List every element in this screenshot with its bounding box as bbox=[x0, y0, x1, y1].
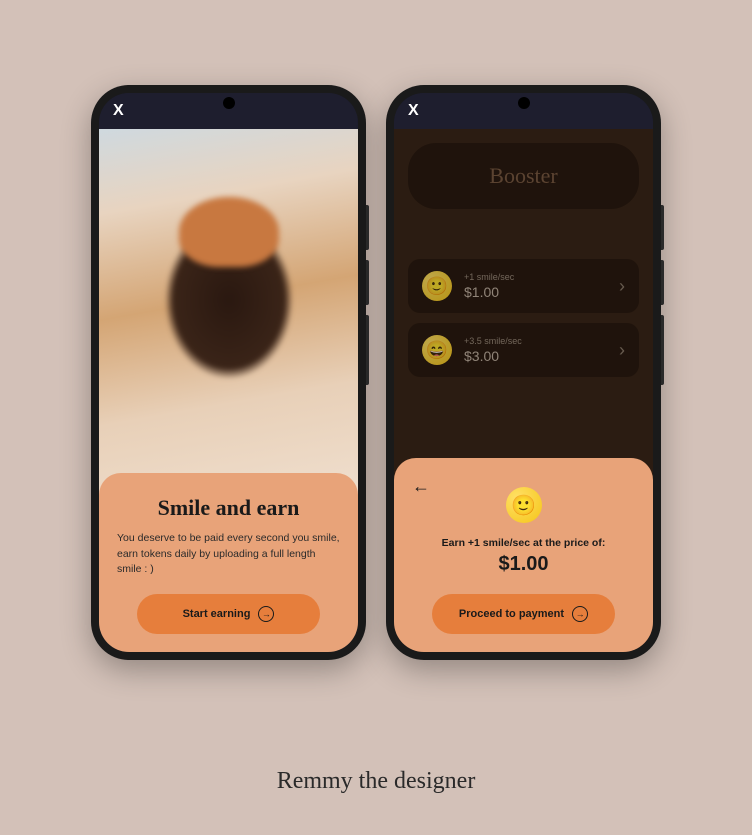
checkout-price: $1.00 bbox=[412, 553, 635, 576]
booster-header: Booster bbox=[408, 143, 639, 209]
camera-notch bbox=[223, 97, 235, 109]
card-title: Smile and earn bbox=[117, 495, 340, 521]
arrow-right-icon bbox=[572, 606, 588, 622]
hero-image bbox=[99, 129, 358, 509]
boost-price: $3.00 bbox=[464, 348, 607, 364]
cta-label: Start earning bbox=[183, 608, 251, 620]
close-button[interactable]: X bbox=[113, 102, 124, 120]
card-body: You deserve to be paid every second you … bbox=[117, 531, 340, 578]
smile-wave-icon: 🙂 bbox=[422, 271, 452, 301]
checkout-sheet: ← 🙂 Earn +1 smile/sec at the price of: $… bbox=[394, 458, 653, 652]
close-button[interactable]: X bbox=[408, 102, 419, 120]
chevron-right-icon: › bbox=[619, 276, 625, 297]
phone-mockup-right: X Booster 🙂 +1 smile/sec $1.00 › 😄 bbox=[386, 85, 661, 660]
cta-label: Proceed to payment bbox=[459, 608, 564, 620]
proceed-payment-button[interactable]: Proceed to payment bbox=[432, 594, 615, 634]
boost-rate: +3.5 smile/sec bbox=[464, 336, 607, 346]
onboarding-card: Smile and earn You deserve to be paid ev… bbox=[99, 473, 358, 652]
back-button[interactable]: ← bbox=[412, 476, 430, 497]
grin-icon: 😄 bbox=[422, 335, 452, 365]
start-earning-button[interactable]: Start earning bbox=[137, 594, 320, 634]
boost-option[interactable]: 😄 +3.5 smile/sec $3.00 › bbox=[408, 323, 639, 377]
phone-mockup-left: X Smile and earn You deserve to be paid … bbox=[91, 85, 366, 660]
designer-signature: Remmy the designer bbox=[277, 768, 476, 795]
smile-wave-icon: 🙂 bbox=[506, 487, 542, 523]
checkout-description: Earn +1 smile/sec at the price of: bbox=[412, 537, 635, 549]
boost-rate: +1 smile/sec bbox=[464, 272, 607, 282]
booster-title: Booster bbox=[428, 163, 619, 189]
boost-option[interactable]: 🙂 +1 smile/sec $1.00 › bbox=[408, 259, 639, 313]
arrow-right-icon bbox=[258, 606, 274, 622]
camera-notch bbox=[518, 97, 530, 109]
chevron-right-icon: › bbox=[619, 340, 625, 361]
boost-price: $1.00 bbox=[464, 284, 607, 300]
